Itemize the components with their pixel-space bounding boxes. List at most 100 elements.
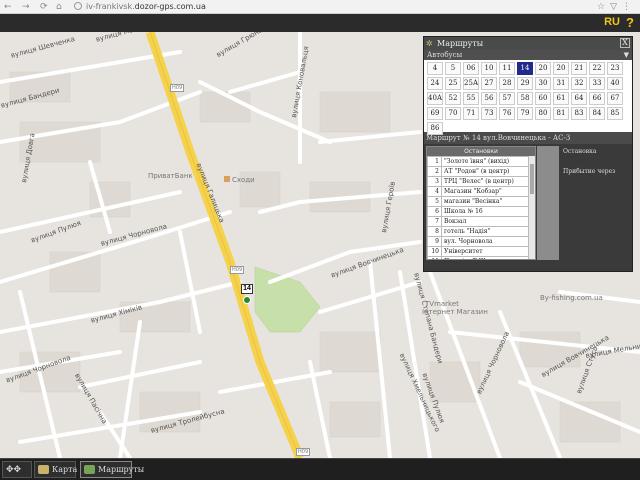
routes-panel-header[interactable]: ✲ Маршруты X <box>424 37 632 50</box>
bus-route-button[interactable]: 67 <box>607 92 623 105</box>
url-field[interactable]: iv-frankivsk.dozor-gps.com.ua <box>86 1 206 13</box>
bus-route-button[interactable]: 25 <box>445 77 461 90</box>
road-shield: H09 <box>296 448 311 456</box>
stop-row[interactable]: 3 ТРЦ "Велес" (в центр) <box>427 176 529 187</box>
stop-name: Університет <box>441 246 529 257</box>
stop-row[interactable]: 10 Університет <box>427 246 529 257</box>
stop-row[interactable]: 6 Школа № 16 <box>427 206 529 217</box>
forward-arrow-icon[interactable]: → <box>22 1 30 13</box>
bus-route-button[interactable]: 83 <box>571 107 587 120</box>
stop-number: 2 <box>427 166 442 177</box>
bus-route-button[interactable]: 69 <box>427 107 443 120</box>
bus-route-button[interactable]: 56 <box>481 92 497 105</box>
back-arrow-icon[interactable]: ← <box>4 1 12 13</box>
scrollbar-thumb[interactable] <box>530 164 534 194</box>
bus-route-button[interactable]: 31 <box>553 77 569 90</box>
bus-route-button[interactable]: 25А <box>463 77 479 90</box>
bus-route-button[interactable]: 60 <box>535 92 551 105</box>
bus-route-button[interactable]: 80 <box>535 107 551 120</box>
bottom-toolbar: ✥✥ Карта Маршруты <box>0 458 640 480</box>
page-info-icon[interactable] <box>74 2 82 10</box>
bus-route-button[interactable]: 20 <box>535 62 551 75</box>
bus-route-button[interactable]: 21 <box>571 62 587 75</box>
stop-number: 7 <box>427 216 442 227</box>
arrival-label: Прибытие через <box>563 168 616 175</box>
stop-row[interactable]: 9 вул. Чорновола <box>427 236 529 247</box>
bus-route-button[interactable]: 11 <box>499 62 515 75</box>
bus-route-button[interactable]: 30 <box>535 77 551 90</box>
stops-table: 1 "Золоте ївня" (вихід) 2 АТ "Родон" (в цен… <box>427 156 529 259</box>
bus-route-button[interactable]: 14 <box>517 62 533 75</box>
bus-route-button[interactable]: 40А <box>427 92 443 105</box>
bus-route-button[interactable]: 84 <box>589 107 605 120</box>
poi-byfishing[interactable]: By-fishing.com.ua <box>540 294 603 302</box>
bus-route-button[interactable]: 28 <box>499 77 515 90</box>
bus-route-button[interactable]: 24 <box>427 77 443 90</box>
bus-route-button[interactable]: 81 <box>553 107 569 120</box>
bus-marker-icon[interactable] <box>243 296 251 304</box>
routes-button[interactable]: Маршруты <box>80 461 144 478</box>
stop-row[interactable]: 7 Вокзал <box>427 216 529 227</box>
bus-route-button[interactable]: 23 <box>607 62 623 75</box>
bus-route-button[interactable]: 70 <box>445 107 461 120</box>
stop-row[interactable]: 5 магазин "Весінка" <box>427 196 529 207</box>
bus-route-button[interactable]: 79 <box>517 107 533 120</box>
reload-icon[interactable]: ⟳ <box>40 1 48 13</box>
poi-skhody[interactable]: Сходи <box>224 176 255 184</box>
bus-route-button[interactable]: 29 <box>517 77 533 90</box>
bus-route-button[interactable]: 06 <box>463 62 479 75</box>
poi-tvmarket-sub: Інтернет Магазин <box>422 308 488 316</box>
stops-scrollbar[interactable] <box>528 156 535 259</box>
bus-route-button[interactable]: 27 <box>481 77 497 90</box>
zoom-tools-button[interactable]: ✥✥ <box>2 461 32 478</box>
bus-route-button[interactable]: 85 <box>607 107 623 120</box>
stops-list: Остановки 1 "Золоте ївня" (вихід) 2 АТ "Род… <box>426 146 536 260</box>
help-icon[interactable]: ? <box>626 15 634 30</box>
stop-number: 4 <box>427 186 442 197</box>
stop-number: 5 <box>427 196 442 207</box>
stop-row[interactable]: 1 "Золоте ївня" (вихід) <box>427 156 529 167</box>
routes-icon <box>84 465 95 474</box>
bus-route-button[interactable]: 20 Б <box>553 62 569 75</box>
shop-icon <box>224 176 230 182</box>
bus-route-button[interactable]: 64 <box>571 92 587 105</box>
bus-route-button[interactable]: 32 <box>571 77 587 90</box>
route-title: Маршрут № 14 вул.Вовчинецька - АС-3 <box>424 132 632 144</box>
language-switch[interactable]: RU <box>604 16 620 28</box>
stop-name: Магазин "Кобзар" <box>441 186 529 197</box>
stop-row[interactable]: 2 АТ "Родон" (в центр) <box>427 166 529 177</box>
bus-section-header[interactable]: Автобусы ▼ <box>424 50 632 60</box>
bus-route-button[interactable]: 58 <box>517 92 533 105</box>
road-shield: H09 <box>230 266 245 274</box>
bus-route-button[interactable]: 52 <box>445 92 461 105</box>
gear-icon: ✲ <box>426 39 433 48</box>
close-button[interactable]: X <box>620 38 630 48</box>
bus-route-button[interactable]: 22 <box>589 62 605 75</box>
bus-route-button[interactable]: 61 <box>553 92 569 105</box>
bus-route-button[interactable]: 76 <box>499 107 515 120</box>
bus-route-button[interactable]: 71 <box>463 107 479 120</box>
bus-route-button[interactable]: 40 <box>607 77 623 90</box>
stop-name: готель "Надія" <box>441 226 529 237</box>
app-header: RU ? <box>0 14 640 32</box>
stop-row[interactable]: 4 Магазин "Кобзар" <box>427 186 529 197</box>
bus-route-button[interactable]: 4 <box>427 62 443 75</box>
bus-route-button[interactable]: 10 <box>481 62 497 75</box>
poi-tvmarket[interactable]: TVmarket <box>425 300 459 308</box>
browser-menu-icons[interactable]: ☆▽⋮ <box>597 1 636 13</box>
poi-privatbank[interactable]: ПриватБанк <box>148 172 193 180</box>
stop-row[interactable]: 8 готель "Надія" <box>427 226 529 237</box>
stop-name: Парк ім. Т.Шевченка <box>441 256 529 259</box>
stop-number: 9 <box>427 236 442 247</box>
bus-route-button[interactable]: 57 <box>499 92 515 105</box>
bus-route-badge[interactable]: 14 <box>241 284 253 294</box>
bus-route-button[interactable]: 5 <box>445 62 461 75</box>
stop-number: 1 <box>427 156 442 167</box>
bus-route-button[interactable]: 55 <box>463 92 479 105</box>
bus-route-button[interactable]: 73 <box>481 107 497 120</box>
bus-route-button[interactable]: 66 <box>589 92 605 105</box>
home-icon[interactable]: ⌂ <box>56 1 62 13</box>
bus-route-button[interactable]: 33 <box>589 77 605 90</box>
map-button[interactable]: Карта <box>34 461 77 478</box>
stop-row[interactable]: 11Парк ім. Т.Шевченка <box>427 256 529 259</box>
